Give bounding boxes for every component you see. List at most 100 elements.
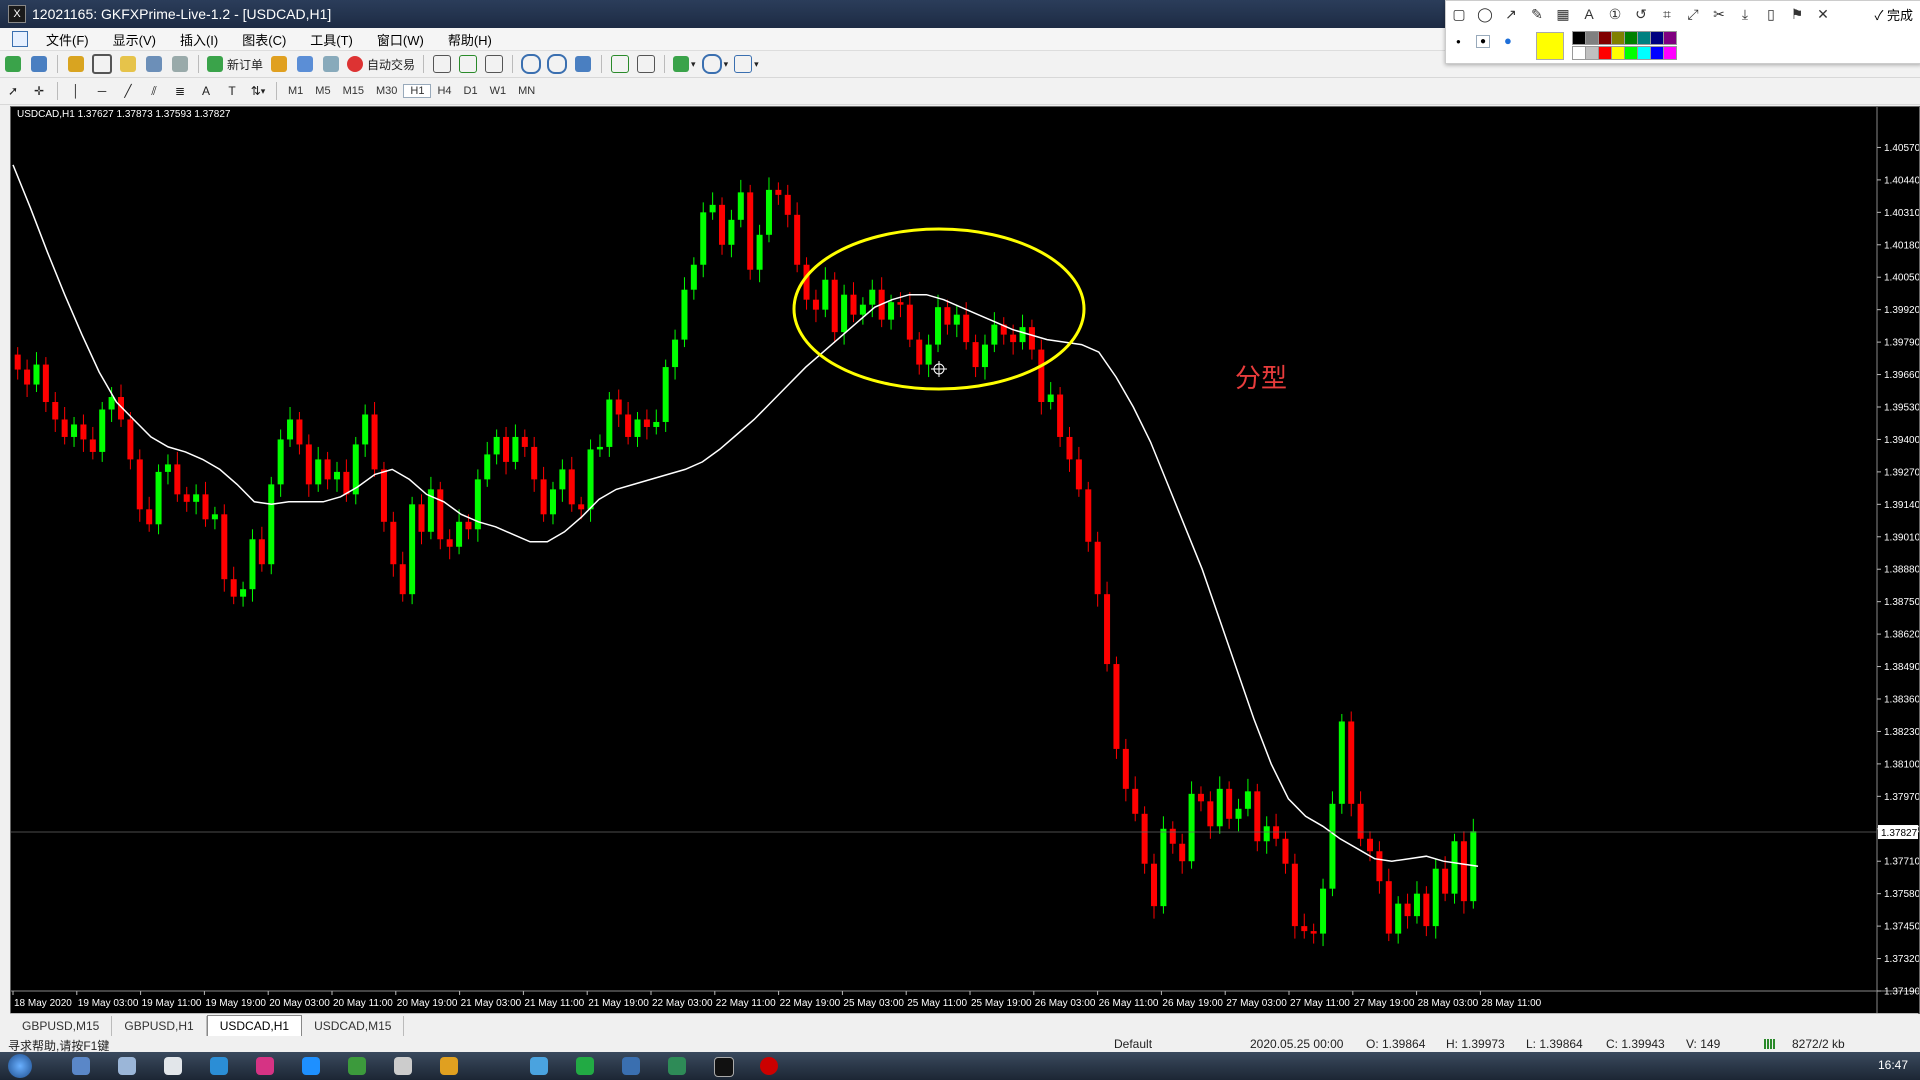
menu-view[interactable]: 显示(V) [101, 30, 168, 49]
rectangle-tool-icon[interactable]: ▢ [1446, 3, 1472, 25]
channel-button[interactable]: ⫽ [144, 81, 164, 101]
color-swatch[interactable] [1585, 31, 1599, 45]
color-swatch[interactable] [1663, 31, 1677, 45]
timeframe-m1[interactable]: M1 [282, 85, 309, 97]
timeframe-d1[interactable]: D1 [458, 85, 484, 97]
timeframe-h1[interactable]: H1 [403, 84, 432, 98]
screen-capture-icon[interactable]: ⌗ [1654, 3, 1680, 25]
color-swatch[interactable] [1650, 46, 1664, 60]
label-button[interactable]: T [222, 81, 242, 101]
text-tool-icon[interactable]: A [1576, 3, 1602, 25]
done-button[interactable]: ✓ 完成 [1874, 5, 1913, 24]
color-swatch[interactable] [1572, 31, 1586, 45]
close-icon[interactable]: ✕ [1810, 3, 1836, 25]
color-swatch[interactable] [1611, 46, 1625, 60]
taskbar-browser-icon[interactable] [210, 1057, 228, 1075]
taskbar-metatrader-icon[interactable] [714, 1057, 734, 1077]
taskbar-app-icon[interactable] [576, 1057, 594, 1075]
taskbar-app-icon[interactable] [164, 1057, 182, 1075]
tab-usdcad-h1[interactable]: USDCAD,H1 [206, 1015, 303, 1036]
cursor-button[interactable]: ➚ [3, 81, 23, 101]
bar-chart-button[interactable] [432, 54, 452, 74]
menu-file[interactable]: 文件(F) [34, 30, 101, 49]
arrow-tool-icon[interactable]: ↗ [1498, 3, 1524, 25]
market-watch-button[interactable] [66, 54, 86, 74]
taskbar-app-icon[interactable] [760, 1057, 778, 1075]
taskbar-mail-icon[interactable] [622, 1057, 640, 1075]
tester-button[interactable] [170, 54, 190, 74]
current-color-swatch[interactable] [1536, 31, 1564, 60]
timeframe-m30[interactable]: M30 [370, 85, 403, 97]
metaeditor-button[interactable] [269, 54, 289, 74]
timeframe-m15[interactable]: M15 [337, 85, 370, 97]
autoscroll-button[interactable] [636, 54, 656, 74]
signals-button[interactable] [321, 54, 341, 74]
menu-help[interactable]: 帮助(H) [436, 30, 504, 49]
start-icon[interactable] [8, 1054, 32, 1078]
usdcad-h1-chart[interactable]: 1.40570 1.40440 1.40310 1.40180 1.40050 1.399… [11, 107, 1919, 1013]
fibonacci-button[interactable]: ≣ [170, 81, 190, 101]
bookmark-icon[interactable]: ⚑ [1784, 3, 1810, 25]
phone-icon[interactable]: ▯ [1758, 3, 1784, 25]
taskbar-app-icon[interactable] [118, 1057, 136, 1075]
options-button[interactable] [295, 54, 315, 74]
taskbar-app-icon[interactable] [668, 1057, 686, 1075]
arrows-button[interactable]: ⇅ ▾ [248, 81, 268, 101]
zoom-tool-icon[interactable]: ⤢ [1680, 3, 1706, 25]
navigator-button[interactable] [118, 54, 138, 74]
chart-shift-button[interactable] [610, 54, 630, 74]
timeframe-w1[interactable]: W1 [484, 85, 513, 97]
text-button[interactable]: A [196, 81, 216, 101]
taskbar-app-icon[interactable] [394, 1057, 412, 1075]
color-swatch[interactable] [1637, 31, 1651, 45]
color-swatch[interactable] [1663, 46, 1677, 60]
vertical-line-button[interactable]: │ [66, 81, 86, 101]
line-chart-button[interactable] [484, 54, 504, 74]
menu-window[interactable]: 窗口(W) [365, 30, 436, 49]
tab-gbpusd-m15[interactable]: GBPUSD,M15 [10, 1016, 113, 1036]
menu-insert[interactable]: 插入(I) [168, 30, 230, 49]
templates-button[interactable]: ▾ [734, 54, 759, 74]
mosaic-tool-icon[interactable]: ▦ [1550, 3, 1576, 25]
color-swatch[interactable] [1598, 31, 1612, 45]
download-icon[interactable]: ⤓ [1732, 3, 1758, 25]
color-swatch[interactable] [1598, 46, 1612, 60]
undo-icon[interactable]: ↺ [1628, 3, 1654, 25]
taskbar-app-icon[interactable] [302, 1057, 320, 1075]
tab-gbpusd-h1[interactable]: GBPUSD,H1 [112, 1016, 207, 1036]
zoom-out-button[interactable] [547, 54, 568, 74]
medium-dot-icon[interactable]: ● [1476, 35, 1491, 48]
tile-windows-button[interactable] [573, 54, 593, 74]
new-order-button[interactable]: 新订单 [207, 54, 263, 74]
auto-trading-button[interactable]: 自动交易 [347, 54, 415, 74]
color-swatch[interactable] [1624, 46, 1638, 60]
menu-charts[interactable]: 图表(C) [230, 30, 298, 49]
timeframe-h4[interactable]: H4 [431, 85, 457, 97]
tab-usdcad-m15[interactable]: USDCAD,M15 [302, 1016, 405, 1036]
color-swatch[interactable] [1611, 31, 1625, 45]
large-dot-icon[interactable]: ● [1504, 33, 1512, 48]
color-swatch[interactable] [1637, 46, 1651, 60]
profiles-button[interactable] [29, 54, 49, 74]
taskbar-app-icon[interactable] [72, 1057, 90, 1075]
taskbar-app-icon[interactable] [530, 1057, 548, 1075]
horizontal-line-button[interactable]: ─ [92, 81, 112, 101]
terminal-button[interactable] [144, 54, 164, 74]
trendline-button[interactable]: ╱ [118, 81, 138, 101]
timeframe-mn[interactable]: MN [512, 85, 541, 97]
taskbar-app-icon[interactable] [256, 1057, 274, 1075]
color-swatch[interactable] [1585, 46, 1599, 60]
ellipse-tool-icon[interactable]: ◯ [1472, 3, 1498, 25]
periods-button[interactable]: ▾ [701, 54, 728, 74]
pin-tool-icon[interactable]: ✂ [1706, 3, 1732, 25]
small-dot-icon[interactable]: ● [1456, 37, 1461, 46]
taskbar-app-icon[interactable] [348, 1057, 366, 1075]
taskbar-app-icon[interactable] [440, 1057, 458, 1075]
timeframe-m5[interactable]: M5 [309, 85, 336, 97]
menu-tools[interactable]: 工具(T) [298, 30, 365, 49]
indicators-button[interactable]: ▾ [673, 54, 696, 74]
pen-tool-icon[interactable]: ✎ [1524, 3, 1550, 25]
candlestick-button[interactable] [458, 54, 478, 74]
chart-window[interactable]: 1.40570 1.40440 1.40310 1.40180 1.40050 1.399… [10, 106, 1920, 1014]
crosshair-button[interactable]: ✛ [29, 81, 49, 101]
